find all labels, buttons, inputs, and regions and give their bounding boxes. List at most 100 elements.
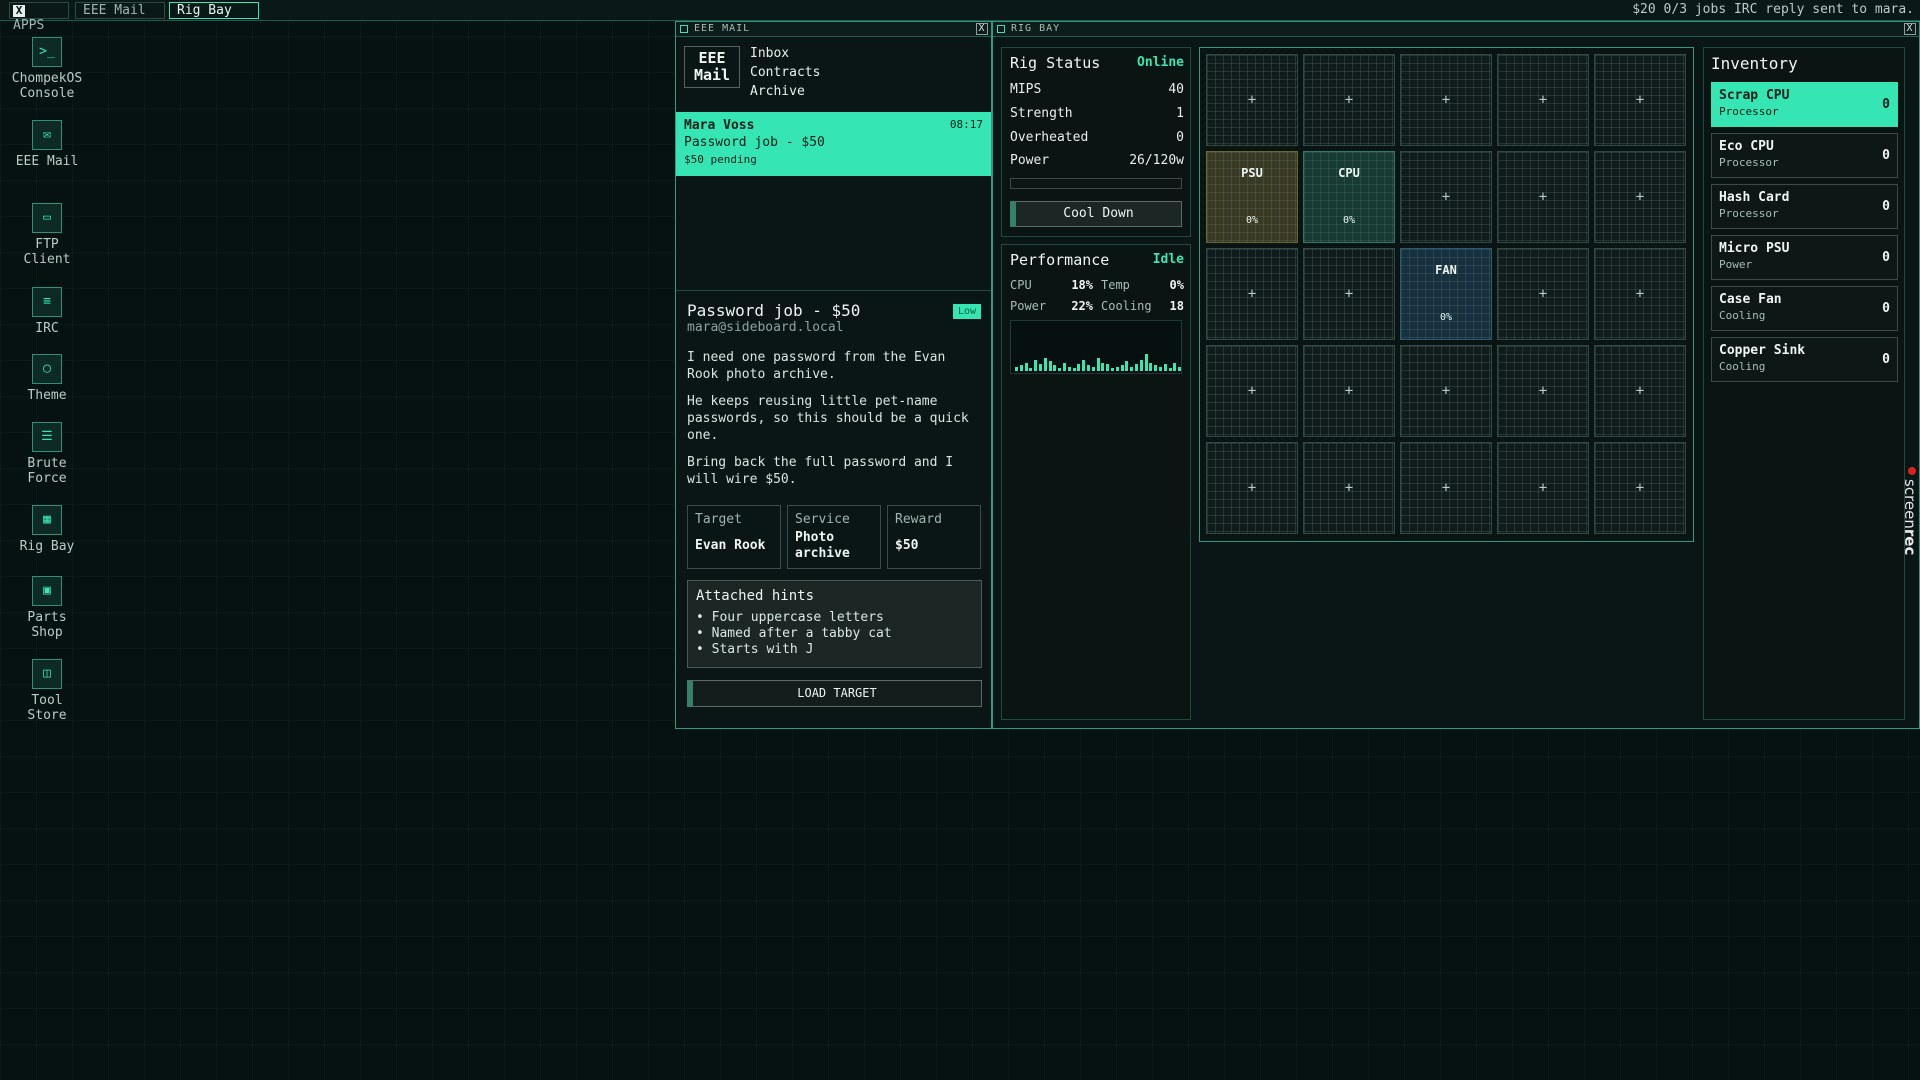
empty-slot[interactable]: +: [1303, 54, 1395, 146]
empty-slot[interactable]: +: [1594, 151, 1686, 243]
taskbar-tab-eee-mail[interactable]: EEE Mail: [75, 2, 165, 19]
empty-slot[interactable]: +: [1206, 248, 1298, 340]
perf-value: 18%: [1071, 278, 1093, 292]
empty-slot[interactable]: +: [1594, 345, 1686, 437]
apps-button[interactable]: XAPPS: [9, 2, 69, 33]
rig-status-state: Online: [1137, 55, 1184, 70]
power-bar: [1010, 178, 1182, 189]
graph-bar: [1029, 368, 1033, 371]
taskbar-tab-rig-bay[interactable]: Rig Bay: [169, 2, 259, 19]
inventory-item[interactable]: Eco CPU Processor 0: [1711, 133, 1898, 178]
mail-subject: Password job - $50: [684, 135, 825, 150]
graph-bar: [1096, 358, 1100, 371]
inventory-item[interactable]: Hash Card Processor 0: [1711, 184, 1898, 229]
slot-psu[interactable]: PSU 0%: [1206, 151, 1298, 243]
perf-temp-value: 0%: [1170, 278, 1184, 292]
desktop-icon[interactable]: ▭ FTP Client: [8, 203, 86, 267]
stat-label: Power: [1010, 153, 1050, 168]
nav-archive[interactable]: Archive: [750, 82, 820, 101]
desktop-icon[interactable]: ☰ Brute Force: [8, 422, 86, 486]
desktop-icon[interactable]: >_ ChompekOS Console: [8, 37, 86, 101]
perf-temp: Temp: [1101, 278, 1130, 292]
nav-contracts[interactable]: Contracts: [750, 63, 820, 82]
empty-slot[interactable]: +: [1303, 442, 1395, 534]
item-name: Eco CPU: [1719, 139, 1774, 154]
hints-title: Attached hints: [696, 588, 815, 604]
empty-slot[interactable]: +: [1206, 54, 1298, 146]
empty-slot[interactable]: +: [1303, 248, 1395, 340]
watermark-text: screenrec: [1901, 479, 1919, 555]
graph-bar: [1019, 365, 1023, 371]
hint-item: Named after a tabby cat: [696, 626, 973, 642]
desktop-icon[interactable]: ✉ EEE Mail: [8, 120, 86, 169]
mail-status: $50 pending: [684, 153, 757, 166]
graph-bar: [1072, 368, 1076, 371]
close-icon[interactable]: X: [976, 23, 988, 35]
graph-bar: [1043, 358, 1047, 371]
graph-bar: [1063, 363, 1066, 371]
desktop-icon[interactable]: ◫ Tool Store: [8, 659, 86, 723]
performance-graph: [1010, 320, 1182, 374]
part-load: 0%: [1342, 215, 1356, 226]
mail-from: Mara Voss: [684, 118, 755, 133]
perf-label: Temp: [1101, 278, 1130, 292]
desktop-icon-label: Brute Force: [27, 456, 67, 486]
desktop-icon[interactable]: ≡ IRC: [8, 287, 86, 336]
desktop-icon[interactable]: ◯ Theme: [8, 354, 86, 403]
close-icon[interactable]: X: [1904, 23, 1916, 35]
perf-power-value: 22%: [1061, 299, 1093, 313]
perf-value: 0%: [1169, 278, 1184, 292]
nav-inbox[interactable]: Inbox: [750, 44, 820, 63]
mail-logo-line2: Mail: [693, 66, 731, 84]
performance-state: Idle: [1152, 252, 1184, 267]
performance-panel: Performance Idle CPU 18% Temp 0% Power 2…: [1001, 244, 1191, 720]
empty-slot[interactable]: +: [1206, 345, 1298, 437]
item-category: Processor: [1719, 156, 1779, 169]
mail-list-item[interactable]: Mara Voss 08:17 Password job - $50 $50 p…: [676, 112, 991, 176]
graph-bar: [1173, 363, 1177, 371]
item-category: Processor: [1719, 105, 1779, 118]
cool-down-button[interactable]: Cool Down: [1010, 201, 1182, 227]
inventory-item[interactable]: Micro PSU Power 0: [1711, 235, 1898, 280]
empty-slot[interactable]: +: [1206, 442, 1298, 534]
graph-bar: [1159, 367, 1162, 371]
message-address: mara@sideboard.local: [687, 320, 844, 335]
meta-label: Reward: [895, 512, 942, 527]
empty-slot[interactable]: +: [1497, 345, 1589, 437]
item-category: Cooling: [1719, 309, 1766, 322]
empty-slot[interactable]: +: [1303, 345, 1395, 437]
stat-label: Strength: [1010, 106, 1073, 121]
slot-cpu[interactable]: CPU 0%: [1303, 151, 1395, 243]
item-category: Processor: [1719, 207, 1779, 220]
rig-window-title: RIG BAY: [1011, 23, 1061, 34]
empty-slot[interactable]: +: [1400, 345, 1492, 437]
rig-title-bar[interactable]: RIG BAY X: [993, 22, 1919, 37]
empty-slot[interactable]: +: [1594, 248, 1686, 340]
slot-fan[interactable]: FAN 0%: [1400, 248, 1492, 340]
inventory-item[interactable]: Case Fan Cooling 0: [1711, 286, 1898, 331]
perf-cpu: CPU: [1010, 278, 1032, 292]
empty-slot[interactable]: +: [1497, 151, 1589, 243]
graph-bar: [1058, 368, 1062, 371]
empty-slot[interactable]: +: [1400, 54, 1492, 146]
part-name: PSU: [1241, 166, 1263, 180]
inventory-item[interactable]: Scrap CPU Processor 0: [1711, 82, 1898, 127]
meta-value: Evan Rook: [695, 538, 766, 553]
graph-bar: [1048, 361, 1052, 371]
meta-target: Target Evan Rook: [687, 505, 781, 569]
empty-slot[interactable]: +: [1594, 54, 1686, 146]
load-target-button[interactable]: LOAD TARGET: [687, 680, 982, 707]
desktop-icon[interactable]: ▦ Rig Bay: [8, 505, 86, 554]
mail-title-bar[interactable]: EEE MAIL X: [676, 22, 991, 37]
empty-slot[interactable]: +: [1400, 442, 1492, 534]
desktop-icon[interactable]: ▣ Parts Shop: [8, 576, 86, 640]
inventory-title: Inventory: [1711, 54, 1798, 73]
inventory-item[interactable]: Copper Sink Cooling 0: [1711, 337, 1898, 382]
graph-bar: [1144, 354, 1148, 371]
empty-slot[interactable]: +: [1400, 151, 1492, 243]
empty-slot[interactable]: +: [1594, 442, 1686, 534]
empty-slot[interactable]: +: [1497, 54, 1589, 146]
empty-slot[interactable]: +: [1497, 248, 1589, 340]
empty-slot[interactable]: +: [1497, 442, 1589, 534]
item-qty: 0: [1882, 250, 1890, 265]
